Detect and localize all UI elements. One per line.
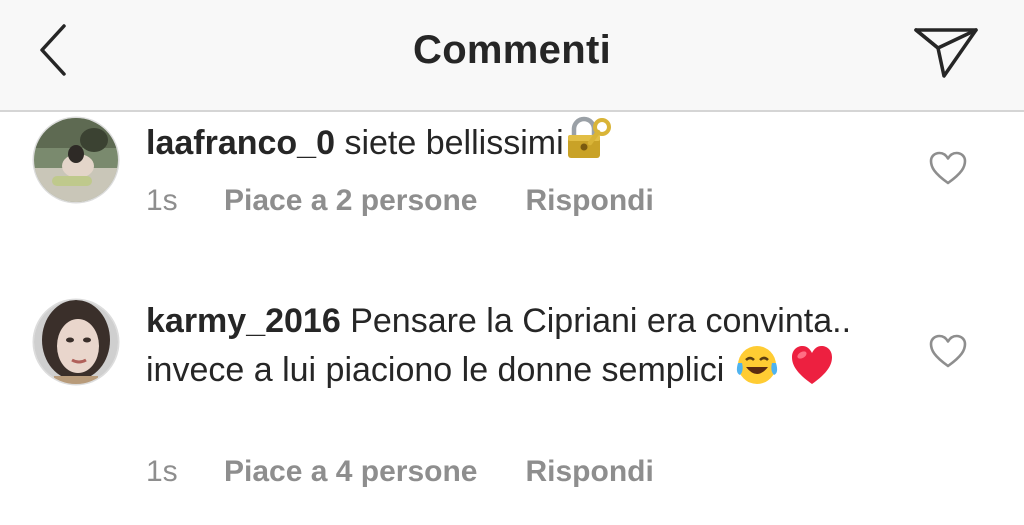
comment-likes-link[interactable]: Piace a 4 persone xyxy=(224,455,477,489)
tears-of-joy-emoji xyxy=(734,343,780,398)
comment-time: 1s xyxy=(146,455,178,488)
comment-username[interactable]: karmy_2016 xyxy=(146,302,341,340)
comment-meta: 1s Piace a 2 persone Rispondi xyxy=(146,184,654,218)
comment-text: karmy_2016 Pensare la Cipriani era convi… xyxy=(146,300,886,398)
like-button[interactable] xyxy=(928,150,968,186)
comment-body: siete bellissimi xyxy=(344,124,564,162)
comment-meta: 1s Piace a 4 persone Rispondi xyxy=(146,455,654,489)
comment-likes-link[interactable]: Piace a 2 persone xyxy=(224,184,477,218)
reply-button[interactable]: Rispondi xyxy=(525,184,653,217)
lock-with-key-emoji xyxy=(564,116,612,171)
reply-button[interactable]: Rispondi xyxy=(525,455,653,488)
comment-text: laafranco_0 siete bellissimi xyxy=(146,116,886,171)
like-button[interactable] xyxy=(928,333,968,369)
red-heart-emoji xyxy=(789,343,835,398)
heart-icon xyxy=(929,334,967,368)
heart-icon xyxy=(929,151,967,185)
nav-header: Commenti xyxy=(0,0,1024,112)
comment-time: 1s xyxy=(146,184,178,217)
paper-plane-icon xyxy=(914,28,978,78)
avatar[interactable] xyxy=(34,300,118,384)
avatar[interactable] xyxy=(34,118,118,202)
share-button[interactable] xyxy=(908,18,984,82)
comment-username[interactable]: laafranco_0 xyxy=(146,124,335,162)
page-title: Commenti xyxy=(413,28,611,72)
